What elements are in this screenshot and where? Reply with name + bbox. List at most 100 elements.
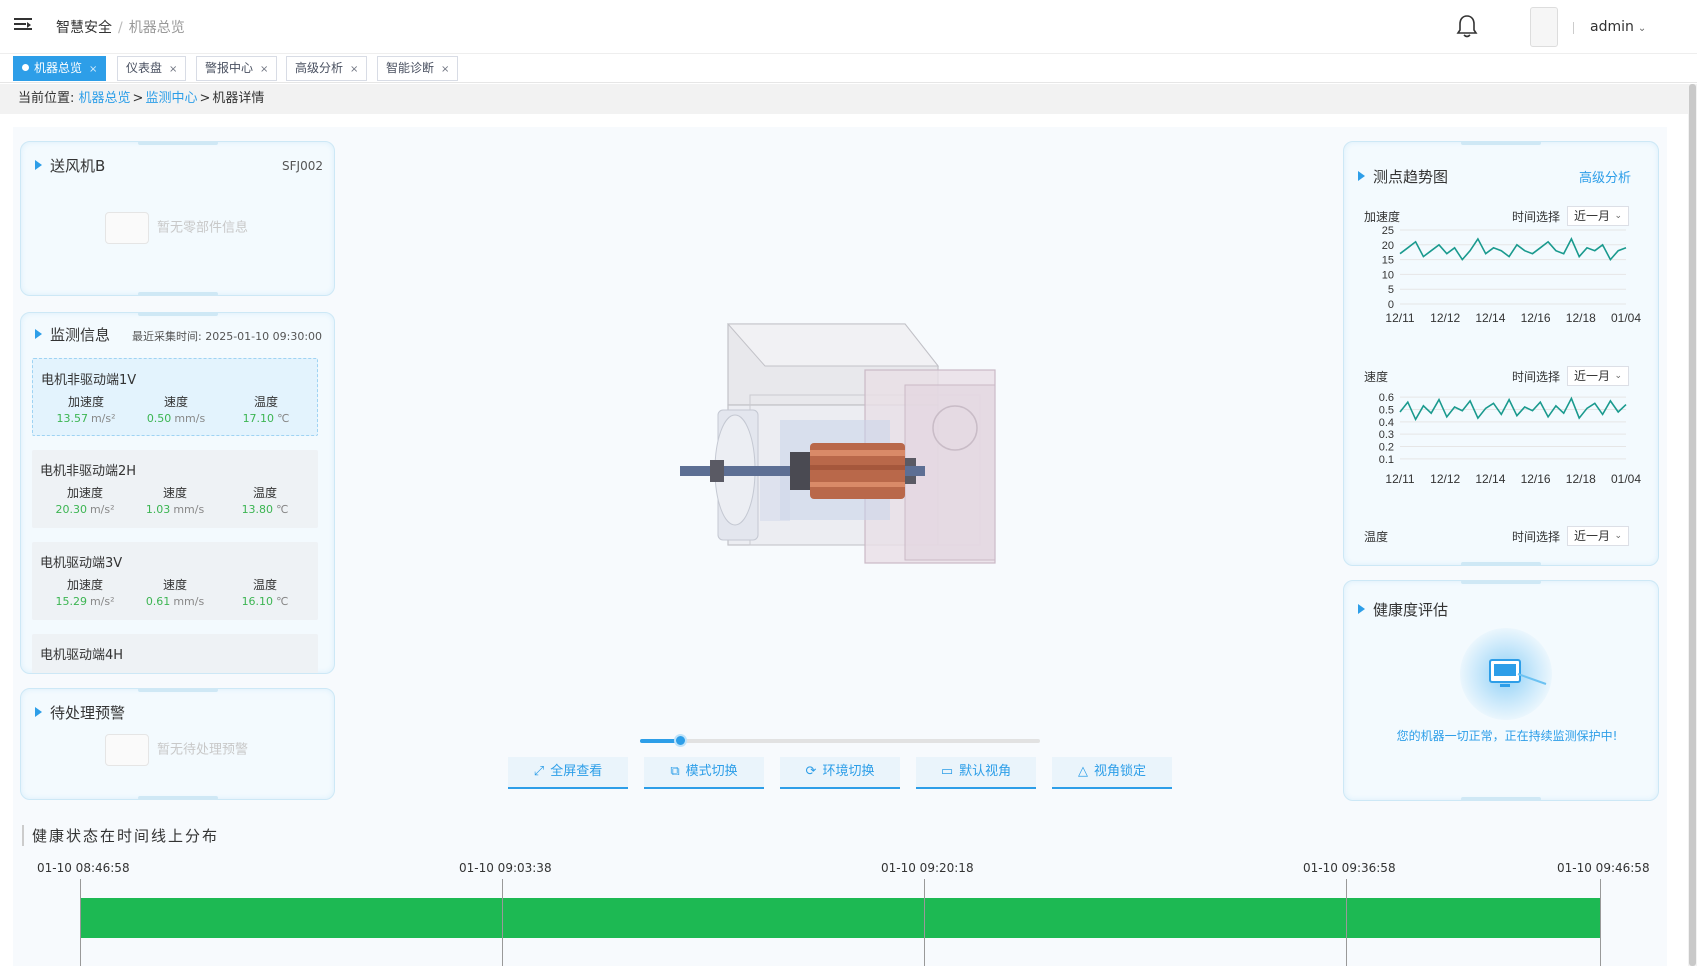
motor-3d-model[interactable] [675, 300, 1015, 570]
acc-value: 15.29 m/s² [45, 595, 125, 608]
time-range-select[interactable]: 近一月 ⌄ [1567, 526, 1629, 546]
unit-text: ℃ [276, 503, 289, 516]
close-icon[interactable]: × [260, 64, 268, 75]
timeline-time-label: 01-10 08:46:58 [37, 861, 130, 875]
timeline-tick [1600, 879, 1601, 966]
temp-value: 16.10 ℃ [225, 595, 305, 608]
value-text: 13.57 [56, 412, 88, 425]
vel-value: 1.03 mm/s [135, 503, 215, 516]
card-cap [1461, 562, 1541, 565]
location-link-monitor-center[interactable]: 监测中心 [145, 91, 197, 106]
breadcrumb-separator: / [118, 20, 123, 36]
temp-label: 温度 [252, 578, 277, 592]
x-tick-label: 01/04 [1611, 311, 1641, 325]
time-range-select[interactable]: 近一月 ⌄ [1567, 366, 1629, 386]
tab-label: 仪表盘 [126, 61, 163, 75]
tab-label: 警报中心 [205, 61, 254, 75]
slider-handle[interactable] [674, 734, 687, 747]
list-item[interactable]: 电机驱动端3V 加速度 速度 温度 15.29 m/s² 0.61 mm/s 16.… [32, 542, 318, 620]
list-item[interactable]: 电机非驱动端2H 加速度 速度 温度 20.30 m/s² 1.03 mm/s 13… [32, 450, 318, 528]
page-scrollbar[interactable] [1688, 84, 1697, 966]
time-select-label: 时间选择 [1512, 530, 1561, 544]
y-tick-label: 0 [1388, 299, 1394, 311]
fullscreen-button[interactable]: ⤢ 全屏查看 [508, 757, 628, 789]
series-line [1399, 396, 1627, 422]
model-slider[interactable] [640, 734, 1040, 747]
tab-advanced-analysis[interactable]: 高级分析 × [286, 56, 368, 81]
lock-view-button[interactable]: △ 视角锁定 [1052, 757, 1172, 789]
chevron-down-icon: ⌄ [1614, 371, 1622, 381]
vel-value: 0.50 mm/s [136, 412, 216, 425]
x-tick-label: 12/16 [1521, 472, 1551, 486]
timeline-health-bar[interactable] [80, 898, 1600, 938]
timeline-tick [924, 879, 925, 966]
scrollbar-thumb[interactable] [1689, 84, 1696, 966]
breadcrumb-arrow: > [199, 91, 211, 106]
caret-right-icon [35, 160, 42, 170]
unit-text: m/s² [89, 503, 115, 516]
close-icon[interactable]: × [350, 64, 358, 75]
acc-value: 13.57 m/s² [46, 412, 126, 425]
timeline-tick [80, 879, 81, 966]
mode-switch-icon: ⧉ [670, 764, 680, 779]
vel-label: 速度 [162, 486, 187, 500]
advanced-analysis-link[interactable]: 高级分析 [1579, 167, 1631, 186]
trend-title-text: 测点趋势图 [1373, 168, 1449, 186]
unit-text: m/s² [89, 595, 115, 608]
time-range-select[interactable]: 近一月 ⌄ [1567, 206, 1629, 226]
breadcrumb-current: 机器总览 [128, 20, 185, 36]
list-item[interactable]: 电机非驱动端1V 加速度 速度 温度 13.57 m/s² 0.50 mm/s 17… [32, 358, 318, 436]
monitoring-title: 监测信息 [35, 324, 110, 345]
chart-title: 温度 [1364, 530, 1389, 544]
tab-label: 高级分析 [295, 61, 344, 75]
pending-alerts-card: 待处理预警 暂无待处理预警 [20, 688, 335, 800]
tags-view-bar: 机器总览 × 仪表盘 × 警报中心 × 高级分析 × 智能诊断 × [0, 54, 1697, 83]
monitoring-card: 监测信息 最近采集时间: 2025-01-10 09:30:00 电机非驱动端1… [20, 312, 335, 674]
x-tick-label: 12/11 [1385, 472, 1414, 486]
acc-label: 加速度 [67, 395, 104, 409]
empty-box-icon [105, 212, 149, 244]
x-tick-label: 12/14 [1475, 472, 1505, 486]
time-select-label: 时间选择 [1512, 370, 1561, 384]
location-link-overview[interactable]: 机器总览 [79, 91, 131, 106]
notification-bell-icon[interactable] [1456, 14, 1478, 38]
chevron-down-icon: ⌄ [1614, 211, 1622, 221]
avatar[interactable] [1530, 7, 1558, 47]
tab-alert-center[interactable]: 警报中心 × [196, 56, 278, 81]
location-breadcrumb: 当前位置: 机器总览 > 监测中心 > 机器详情 [0, 84, 1690, 114]
alerts-empty-text: 暂无待处理预警 [157, 742, 249, 758]
default-view-button[interactable]: ▭ 默认视角 [916, 757, 1036, 789]
close-icon[interactable]: × [89, 64, 97, 75]
caret-right-icon [1358, 604, 1365, 614]
tab-dashboard[interactable]: 仪表盘 × [117, 56, 187, 81]
card-cap [1461, 797, 1541, 801]
alerts-title: 待处理预警 [35, 702, 125, 723]
timeline-time-label: 01-10 09:20:18 [881, 861, 974, 875]
point-name: 电机驱动端3V [40, 556, 123, 571]
close-icon[interactable]: × [169, 64, 177, 75]
y-tick-label: 0.3 [1379, 429, 1394, 441]
trend-card: 测点趋势图 高级分析 加速度 时间选择 近一月 ⌄ 0 5 10 15 20 25 12/11… [1343, 141, 1659, 566]
breadcrumb-root[interactable]: 智慧安全 [56, 20, 112, 36]
unit-text: ℃ [276, 595, 289, 608]
user-menu[interactable]: admin ⌄ [1590, 19, 1646, 35]
machine-card: 送风机B SFJ002 暂无零部件信息 [20, 141, 335, 296]
x-tick-label: 12/14 [1475, 311, 1505, 325]
unit-text: mm/s [173, 595, 205, 608]
value-text: 17.10 [242, 412, 275, 425]
health-message: 您的机器一切正常，正在持续监测保护中! [1396, 729, 1618, 743]
velocity-trend-chart: 0.10.20.30.40.50.6 12/11 12/12 12/14 12/16 12… [1379, 392, 1642, 486]
list-item[interactable]: 电机驱动端4H [32, 634, 318, 673]
tab-smart-diagnosis[interactable]: 智能诊断 × [377, 56, 459, 81]
mode-switch-button[interactable]: ⧉ 模式切换 [644, 757, 764, 789]
point-name: 电机非驱动端2H [40, 464, 137, 479]
environment-switch-button[interactable]: ⟳ 环境切换 [780, 757, 900, 789]
menu-toggle-icon[interactable] [14, 18, 32, 34]
close-icon[interactable]: × [441, 64, 449, 75]
tab-machine-overview[interactable]: 机器总览 × [13, 56, 107, 81]
value-text: 13.80 [241, 503, 274, 516]
x-tick-label: 12/11 [1385, 311, 1414, 325]
machine-code: SFJ002 [282, 159, 323, 173]
time-range-value: 近一月 [1574, 369, 1611, 383]
tab-label: 机器总览 [34, 61, 83, 75]
